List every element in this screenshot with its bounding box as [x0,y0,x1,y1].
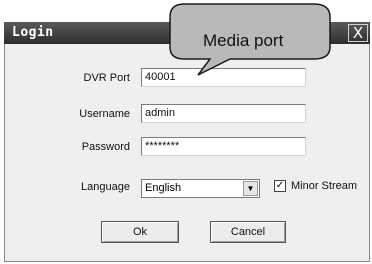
username-input[interactable]: admin [141,104,306,123]
close-icon[interactable]: X [348,24,368,42]
username-label: Username [79,108,130,120]
ok-button[interactable]: Ok [101,221,179,243]
password-input[interactable]: ******** [141,137,306,156]
dvr-port-label: DVR Port [83,72,130,84]
language-selected-value: English [145,182,182,194]
minor-stream-label: Minor Stream [291,180,358,192]
password-label: Password [81,141,130,153]
language-label: Language [81,181,130,193]
dialog-title: Login [12,25,54,40]
cancel-button[interactable]: Cancel [210,221,286,243]
language-select[interactable]: English ▼ [141,179,260,198]
callout-text: Media port [203,31,284,50]
chevron-down-icon[interactable]: ▼ [243,181,258,196]
check-icon: ✓ [275,180,285,191]
minor-stream-checkbox[interactable]: ✓ [274,180,286,192]
